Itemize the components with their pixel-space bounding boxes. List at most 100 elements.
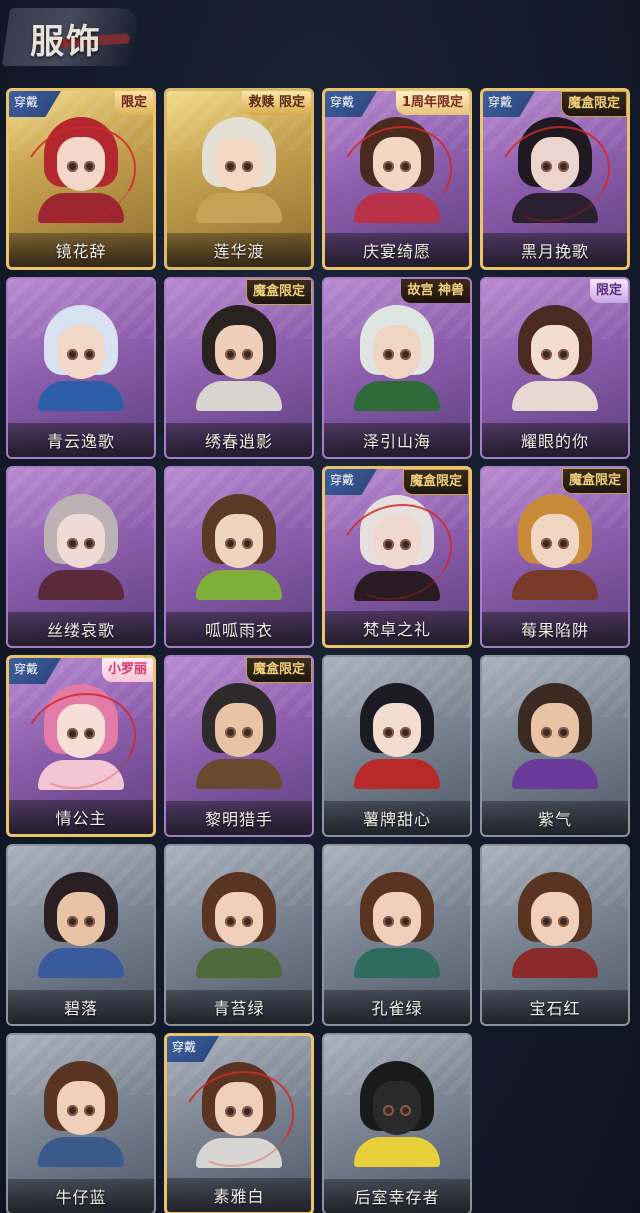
- portrait-outfit: [354, 381, 440, 411]
- costume-card[interactable]: 青苔绿: [164, 844, 314, 1026]
- portrait-eye: [225, 538, 236, 549]
- portrait-eye: [67, 349, 78, 360]
- costume-card[interactable]: 穿戴 魔盒限定 梵卓之礼: [322, 466, 472, 648]
- portrait-face: [373, 892, 421, 946]
- costume-card[interactable]: 穿戴 1周年限定 庆宴绮愿: [322, 88, 472, 270]
- costume-name-bar: 泽引山海: [324, 423, 470, 457]
- portrait-face: [57, 892, 105, 946]
- costume-card[interactable]: 丝缕哀歌: [6, 466, 156, 648]
- portrait-face: [215, 325, 263, 379]
- portrait-eye: [242, 538, 253, 549]
- costume-card[interactable]: 薯牌甜心: [322, 655, 472, 837]
- rarity-badge: 小罗丽: [101, 658, 153, 682]
- portrait-eye: [400, 916, 411, 927]
- costume-card[interactable]: 紫气: [480, 655, 630, 837]
- portrait-outfit: [512, 570, 598, 600]
- costume-name: 情公主: [55, 809, 107, 828]
- rarity-badge: 魔盒限定: [561, 468, 628, 494]
- costume-name: 青苔绿: [213, 999, 265, 1018]
- costume-name-bar: 牛仔蓝: [8, 1179, 154, 1213]
- rarity-badge: 1周年限定: [395, 91, 469, 115]
- portrait-face: [215, 514, 263, 568]
- costume-name: 青云逸歌: [46, 432, 115, 451]
- portrait-outfit: [196, 759, 282, 789]
- costume-portrait: [354, 683, 440, 789]
- portrait-eye: [225, 161, 236, 172]
- costume-card[interactable]: 穿戴 魔盒限定 黑月挽歌: [480, 88, 630, 270]
- costume-portrait: [512, 305, 598, 411]
- rarity-badge: 魔盒限定: [245, 279, 312, 305]
- portrait-eye: [558, 916, 569, 927]
- costume-portrait: [196, 117, 282, 223]
- costume-card[interactable]: 呱呱雨衣: [164, 466, 314, 648]
- costume-name-bar: 莲华渡: [167, 233, 311, 267]
- costume-portrait: [512, 494, 598, 600]
- costume-portrait: [354, 872, 440, 978]
- portrait-eye: [383, 916, 394, 927]
- costume-name: 庆宴绮愿: [362, 242, 431, 261]
- portrait-eye: [84, 1105, 95, 1116]
- portrait-eye: [541, 349, 552, 360]
- costume-name-bar: 丝缕哀歌: [8, 612, 154, 646]
- portrait-outfit: [512, 381, 598, 411]
- costume-card[interactable]: 限定 耀眼的你: [480, 277, 630, 459]
- portrait-outfit: [196, 381, 282, 411]
- costume-card[interactable]: 穿戴 小罗丽 情公主: [6, 655, 156, 837]
- portrait-eye: [400, 1105, 411, 1116]
- costume-name: 绣春逍影: [204, 432, 273, 451]
- costume-name-bar: 庆宴绮愿: [325, 233, 469, 267]
- portrait-outfit: [354, 948, 440, 978]
- costume-portrait: [196, 494, 282, 600]
- costume-name: 紫气: [537, 810, 572, 829]
- costume-name-bar: 青苔绿: [166, 990, 312, 1024]
- costume-name: 宝石红: [529, 999, 581, 1018]
- costume-portrait: [196, 305, 282, 411]
- costume-card[interactable]: 穿戴 素雅白: [164, 1033, 314, 1213]
- portrait-eye: [541, 538, 552, 549]
- portrait-eye: [84, 349, 95, 360]
- portrait-eye: [400, 727, 411, 738]
- portrait-eye: [558, 538, 569, 549]
- costume-card[interactable]: 青云逸歌: [6, 277, 156, 459]
- portrait-face: [531, 325, 579, 379]
- portrait-eye: [242, 161, 253, 172]
- portrait-eye: [383, 349, 394, 360]
- rarity-badge: 魔盒限定: [560, 91, 627, 117]
- costume-portrait: [38, 494, 124, 600]
- costume-name-bar: 碧落: [8, 990, 154, 1024]
- costume-name-bar: 后室幸存者: [324, 1179, 470, 1213]
- costume-name: 后室幸存者: [354, 1188, 440, 1207]
- costume-name-bar: 薯牌甜心: [324, 801, 470, 835]
- section-header: 服饰: [0, 0, 640, 80]
- portrait-eye: [541, 727, 552, 738]
- costume-card[interactable]: 魔盒限定绣春逍影: [164, 277, 314, 459]
- costume-card[interactable]: 孔雀绿: [322, 844, 472, 1026]
- portrait-face: [531, 703, 579, 757]
- costume-name: 黑月挽歌: [520, 242, 589, 261]
- portrait-eye: [383, 727, 394, 738]
- costume-card[interactable]: 后室幸存者: [322, 1033, 472, 1213]
- costume-name: 镜花辞: [55, 242, 107, 261]
- costume-card[interactable]: 魔盒限定 莓果陷阱: [480, 466, 630, 648]
- costume-name: 泽引山海: [362, 432, 431, 451]
- costume-card[interactable]: 魔盒限定 黎明猎手: [164, 655, 314, 837]
- portrait-eye: [225, 916, 236, 927]
- costume-card[interactable]: 故宫 神兽 泽引山海: [322, 277, 472, 459]
- costume-name-bar: 紫气: [482, 801, 628, 835]
- costume-card[interactable]: 宝石红: [480, 844, 630, 1026]
- costume-portrait: [196, 683, 282, 789]
- costume-name-bar: 耀眼的你: [482, 423, 628, 457]
- costume-portrait: [196, 872, 282, 978]
- costume-name-bar: 呱呱雨衣: [166, 612, 312, 646]
- costume-card[interactable]: 牛仔蓝: [6, 1033, 156, 1213]
- costume-name: 孔雀绿: [371, 999, 423, 1018]
- portrait-eye: [67, 916, 78, 927]
- costume-card[interactable]: 穿戴 限定 镜花辞: [6, 88, 156, 270]
- costume-card[interactable]: 碧落: [6, 844, 156, 1026]
- costume-name: 耀眼的你: [520, 432, 589, 451]
- portrait-face: [57, 514, 105, 568]
- costume-card[interactable]: 救赎 限定 莲华渡: [164, 88, 314, 270]
- portrait-outfit: [196, 193, 282, 223]
- costume-name-bar: 镜花辞: [9, 233, 153, 267]
- portrait-face: [57, 1081, 105, 1135]
